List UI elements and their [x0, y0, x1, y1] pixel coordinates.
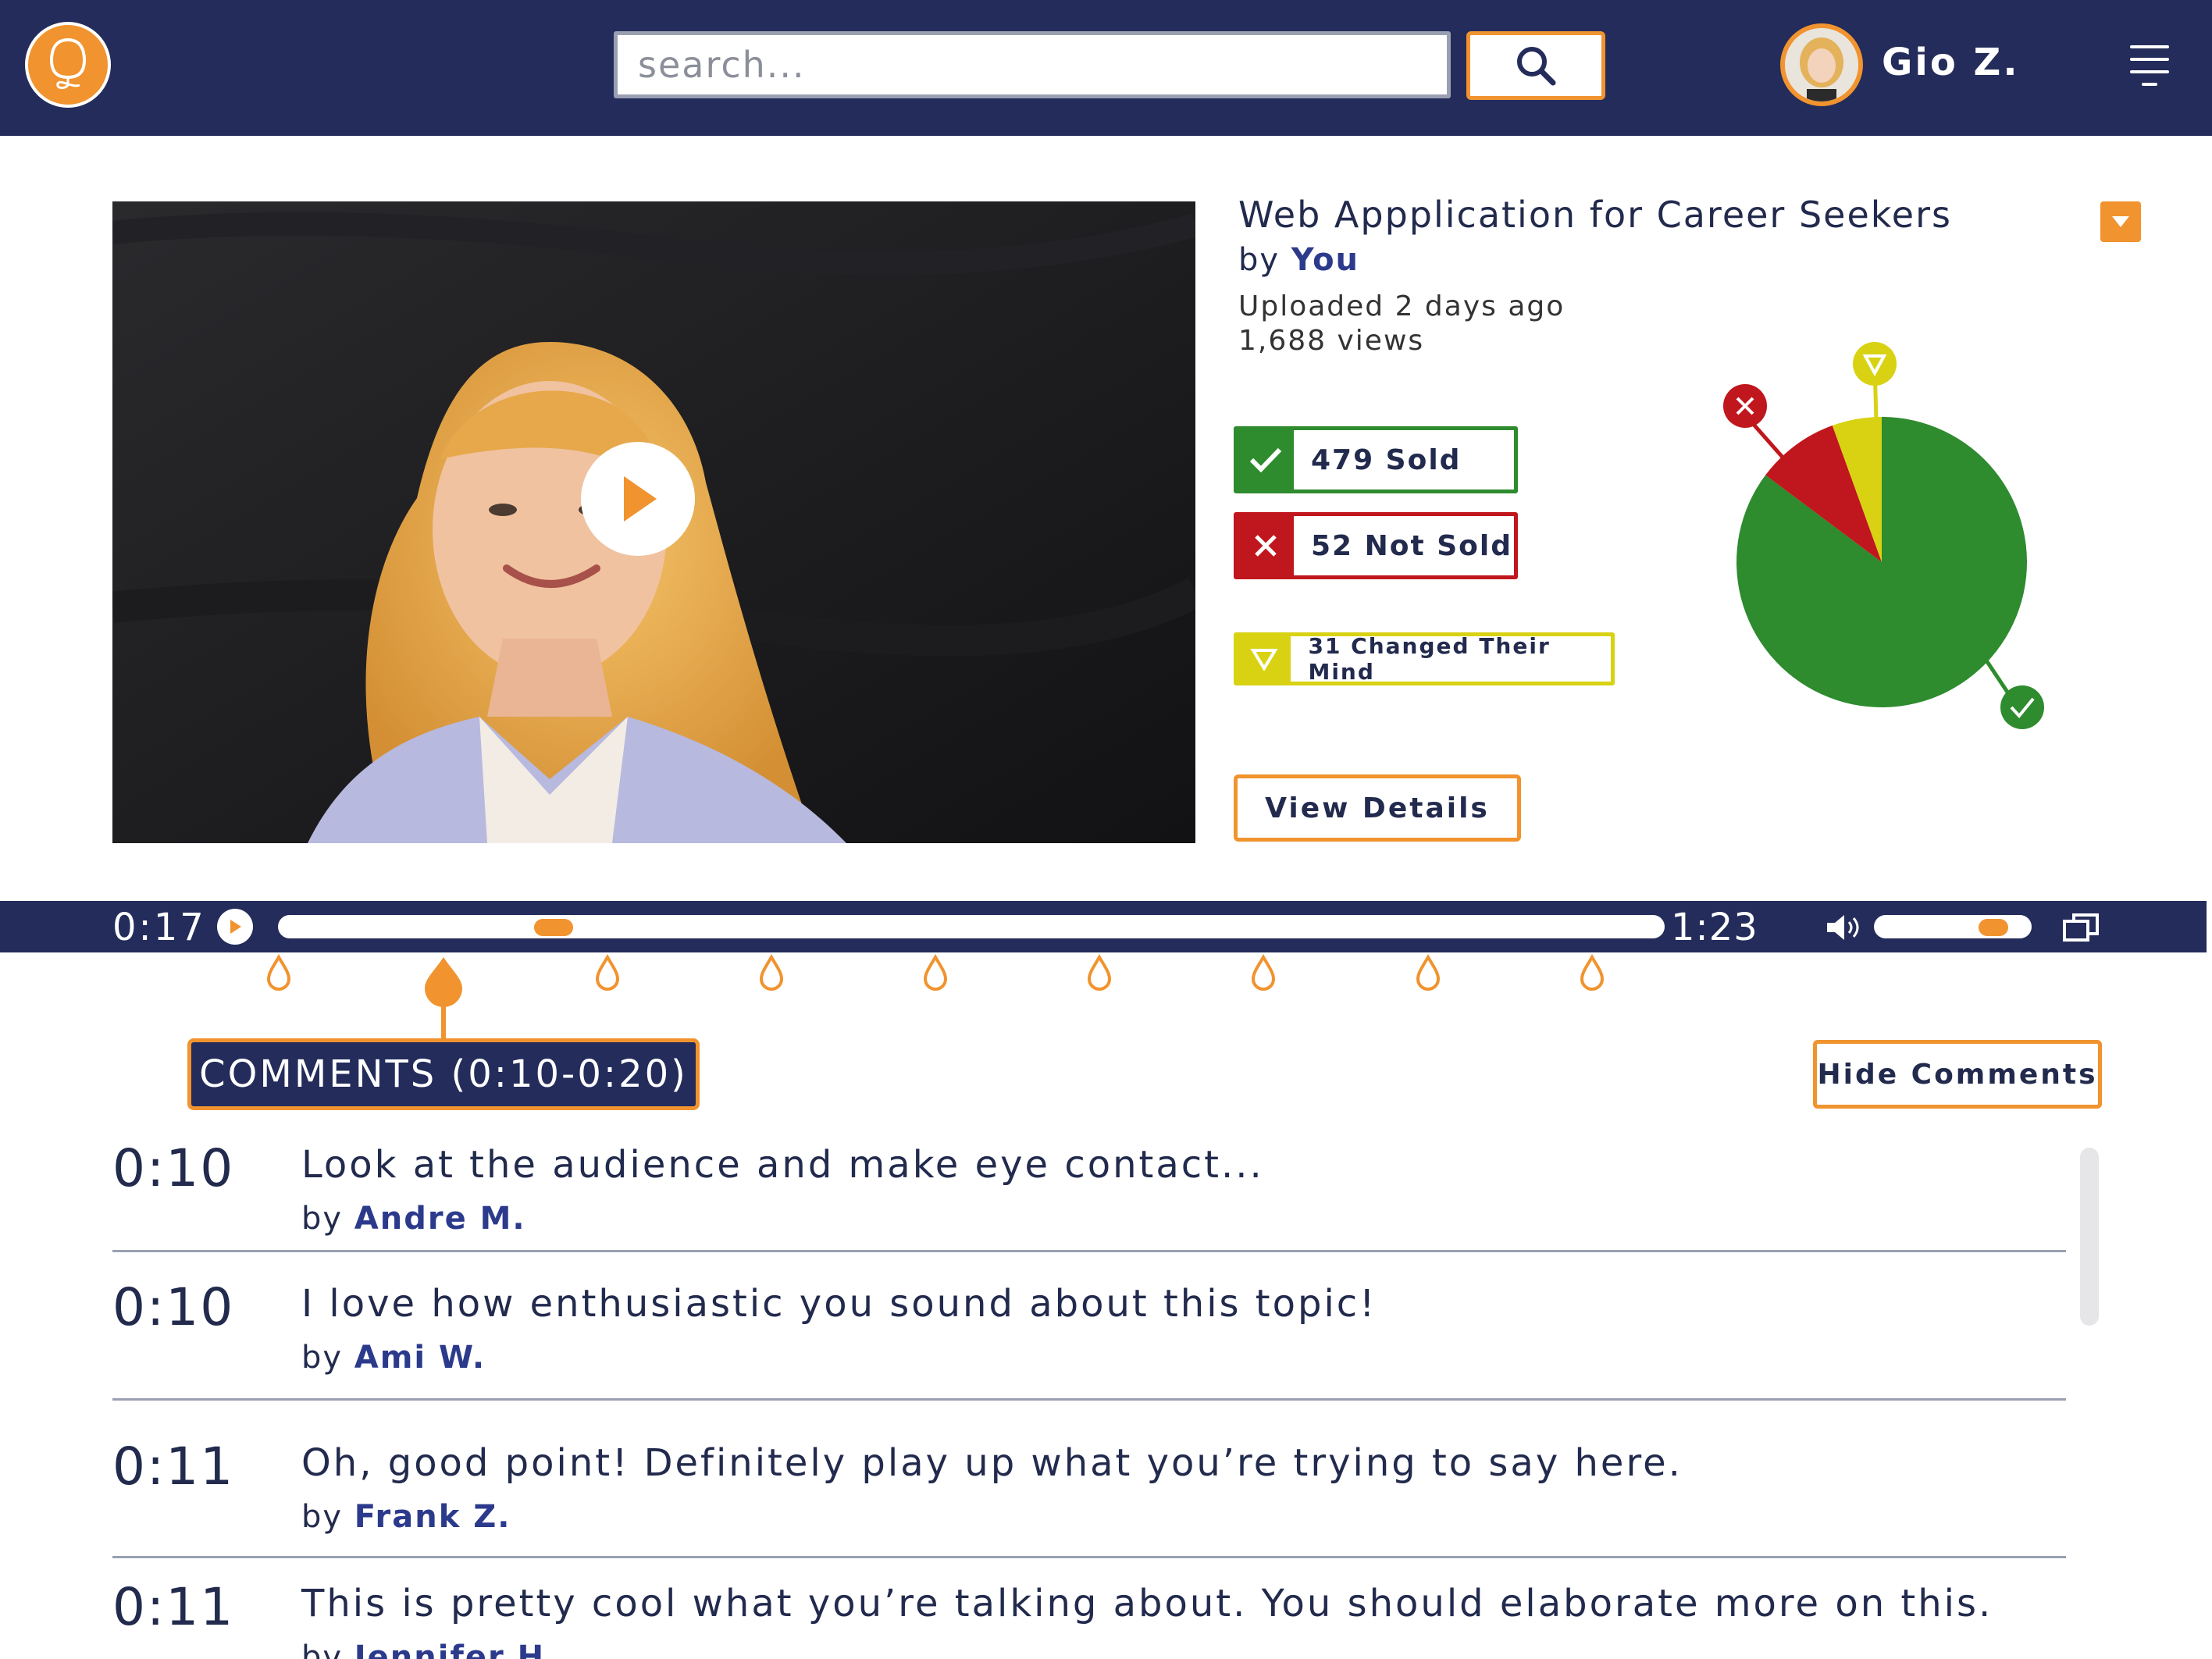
- video-author-line: by You: [1238, 242, 1359, 278]
- seek-slider[interactable]: [278, 915, 1665, 938]
- comment-author-link[interactable]: Andre M.: [354, 1201, 526, 1237]
- volume-handle[interactable]: [1979, 919, 2009, 936]
- comment-author-line: by Andre M.: [301, 1201, 526, 1237]
- seek-handle[interactable]: [533, 919, 573, 936]
- comment-author-link[interactable]: Frank Z.: [354, 1499, 511, 1535]
- video-title: Web Appplication for Career Seekers: [1238, 194, 1952, 236]
- by-prefix: by: [1238, 242, 1281, 278]
- changed-marker: [1853, 342, 1897, 386]
- not-sold-count: 52 Not Sold: [1311, 529, 1513, 562]
- video-play-button[interactable]: [581, 442, 695, 556]
- by-prefix: by: [301, 1340, 344, 1376]
- comment-text: Look at the audience and make eye contac…: [301, 1143, 1264, 1187]
- comment-marker-icon[interactable]: [1579, 954, 1605, 991]
- results-pie-chart: [1723, 342, 2044, 729]
- comment-author-link[interactable]: Ami W.: [354, 1340, 486, 1376]
- avatar-photo: [1785, 28, 1858, 101]
- sold-count: 479 Sold: [1311, 443, 1462, 476]
- comment-author-line: by Jennifer H.: [301, 1639, 558, 1659]
- upload-date: Uploaded 2 days ago: [1238, 290, 1565, 322]
- comment-marker-icon[interactable]: [1250, 954, 1277, 991]
- by-prefix: by: [301, 1201, 344, 1237]
- triangle-down-icon: [1238, 636, 1291, 682]
- changed-mind-count: 31 Changed Their Mind: [1308, 633, 1551, 685]
- logo-q-icon: [49, 37, 87, 90]
- comment-divider: [112, 1250, 2066, 1252]
- comment-marker-icon[interactable]: [1415, 954, 1441, 991]
- volume-icon[interactable]: [1824, 912, 1865, 943]
- sold-stat: 479 Sold: [1234, 426, 1518, 493]
- comment-marker-icon[interactable]: [594, 954, 621, 991]
- comment-text: I love how enthusiastic you sound about …: [301, 1282, 1377, 1326]
- comment-text: This is pretty cool what you’re talking …: [301, 1582, 1993, 1625]
- not-sold-marker: [1723, 384, 1767, 428]
- play-icon: [230, 920, 241, 934]
- check-icon: [1238, 430, 1294, 490]
- by-prefix: by: [301, 1639, 344, 1659]
- current-time: 0:17: [112, 906, 206, 949]
- playbar-play-button[interactable]: [217, 909, 253, 945]
- comment-author-line: by Ami W.: [301, 1340, 486, 1376]
- view-count: 1,688 views: [1238, 325, 1425, 357]
- comment-text: Oh, good point! Definitely play up what …: [301, 1441, 1683, 1485]
- comment-author-line: by Frank Z.: [301, 1499, 511, 1535]
- comment-marker-icon[interactable]: [1086, 954, 1113, 991]
- comment-marker-icon[interactable]: [265, 954, 292, 991]
- hide-comments-button[interactable]: Hide Comments: [1813, 1040, 2102, 1109]
- comment-divider: [112, 1556, 2066, 1558]
- playback-bar: 0:17 1:23: [0, 901, 2207, 952]
- chevron-down-icon: [2112, 216, 2129, 227]
- video-options-dropdown[interactable]: [2100, 201, 2141, 242]
- comment-timestamp[interactable]: 0:10: [112, 1277, 234, 1337]
- hamburger-menu-icon[interactable]: [2130, 45, 2169, 92]
- comment-marker-icon[interactable]: [922, 954, 949, 991]
- comment-marker-icon[interactable]: [758, 954, 785, 991]
- sold-marker: [2000, 685, 2044, 729]
- comment-marker-active-icon[interactable]: [420, 956, 467, 1046]
- user-avatar[interactable]: [1780, 23, 1863, 106]
- comments-range-tab[interactable]: COMMENTS (0:10-0:20): [187, 1038, 700, 1110]
- popout-window-icon[interactable]: [2061, 910, 2102, 945]
- video-player[interactable]: [112, 201, 1195, 843]
- not-sold-stat: 52 Not Sold: [1234, 512, 1518, 579]
- comment-divider: [112, 1398, 2066, 1401]
- top-header: Gio Z.: [0, 0, 2212, 136]
- search-input[interactable]: [614, 31, 1451, 98]
- comment-timestamp[interactable]: 0:11: [112, 1436, 234, 1497]
- changed-mind-stat: 31 Changed Their Mind: [1234, 632, 1615, 685]
- search-icon: [1517, 47, 1556, 86]
- by-prefix: by: [301, 1499, 344, 1535]
- comment-timestamp[interactable]: 0:10: [112, 1138, 234, 1198]
- video-author-link[interactable]: You: [1291, 242, 1359, 278]
- total-time: 1:23: [1671, 906, 1758, 949]
- play-icon: [624, 476, 657, 522]
- volume-slider[interactable]: [1874, 915, 2032, 938]
- comment-author-link[interactable]: Jennifer H.: [354, 1639, 559, 1659]
- view-details-button[interactable]: View Details: [1234, 774, 1521, 842]
- search-button[interactable]: [1466, 31, 1605, 100]
- app-logo[interactable]: [25, 22, 111, 108]
- comments-scrollbar[interactable]: [2080, 1148, 2099, 1326]
- username-label[interactable]: Gio Z.: [1882, 41, 2020, 84]
- cross-icon: [1238, 516, 1294, 575]
- comment-timestamp[interactable]: 0:11: [112, 1577, 234, 1637]
